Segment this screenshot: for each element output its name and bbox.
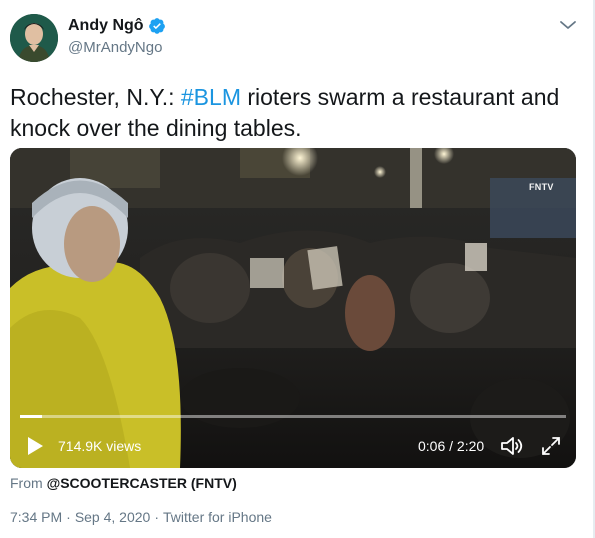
tweet-meta: 7:34 PM · Sep 4, 2020 · Twitter for iPhone	[10, 509, 272, 525]
verified-badge-icon	[148, 18, 165, 34]
avatar[interactable]	[10, 14, 58, 62]
author-handle[interactable]: @MrAndyNgo	[68, 39, 162, 56]
avatar-image	[10, 14, 58, 62]
fullscreen-icon[interactable]	[540, 435, 562, 457]
video-timecode: 0:06 / 2:20	[418, 438, 485, 454]
video-watermark: FNTV	[529, 182, 554, 192]
view-count: 714.9K views	[58, 438, 142, 454]
meta-separator: ·	[154, 509, 159, 525]
tweet-text: Rochester, N.Y.: #BLM rioters swarm a re…	[10, 82, 570, 144]
author-name-row[interactable]: Andy Ngô	[68, 17, 166, 35]
volume-icon[interactable]	[499, 435, 525, 457]
hashtag-link[interactable]: #BLM	[181, 84, 241, 110]
tweet-client[interactable]: Twitter for iPhone	[163, 509, 272, 525]
play-icon[interactable]	[26, 436, 44, 456]
meta-separator: ·	[66, 509, 71, 525]
progress-fill	[20, 415, 42, 418]
source-prefix: From	[10, 475, 47, 491]
video-player[interactable]: FNTV 714.9K views 0:06 / 2:20	[10, 148, 576, 468]
progress-bar[interactable]	[20, 415, 566, 418]
tweet-text-before: Rochester, N.Y.:	[10, 84, 181, 110]
media-source: From @SCOOTERCASTER (FNTV)	[10, 475, 237, 491]
video-frame	[10, 148, 576, 468]
tweet-time[interactable]: 7:34 PM	[10, 509, 62, 525]
source-link[interactable]: @SCOOTERCASTER (FNTV)	[47, 475, 237, 491]
chevron-down-icon[interactable]	[558, 18, 578, 32]
author-display-name[interactable]: Andy Ngô	[68, 17, 144, 35]
tweet-date[interactable]: Sep 4, 2020	[75, 509, 151, 525]
